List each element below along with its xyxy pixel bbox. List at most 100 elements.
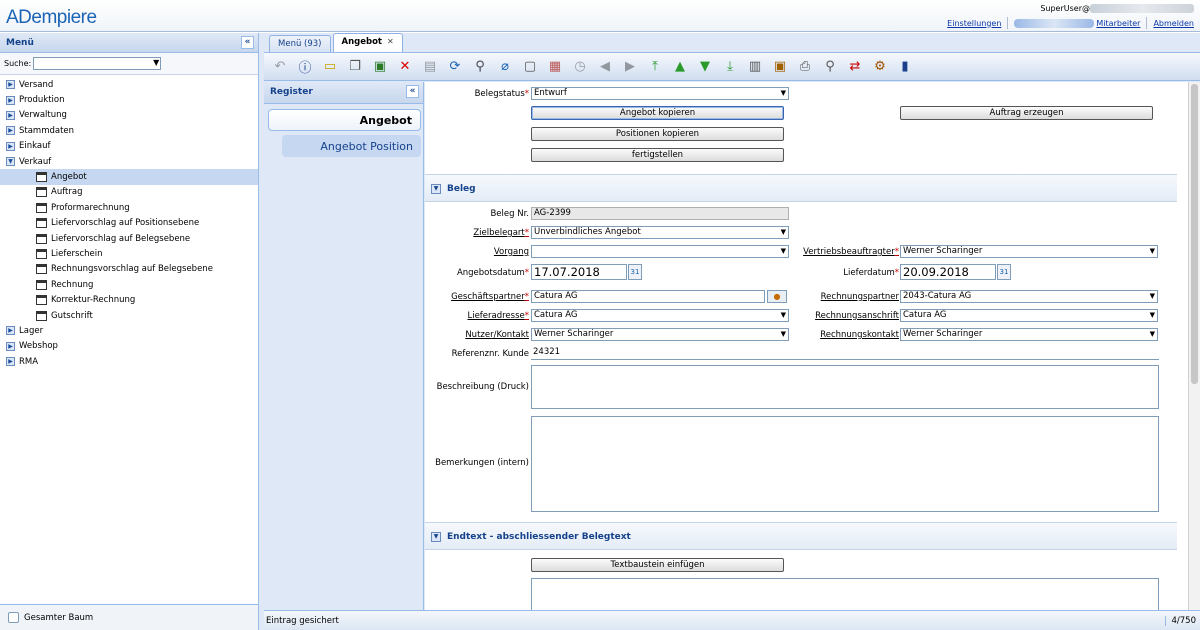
print-icon[interactable]: ⎙ <box>795 57 815 77</box>
detail-record-icon[interactable]: ▶ <box>620 57 640 77</box>
attachment-icon[interactable]: ⌀ <box>495 57 515 77</box>
divider <box>1146 17 1148 29</box>
close-icon[interactable]: ✕ <box>387 37 394 46</box>
tree-label: Verkauf <box>19 156 52 167</box>
partner-field[interactable]: Catura AG <box>531 290 765 303</box>
product-info-icon[interactable]: ▮ <box>895 57 915 77</box>
tree-folder-webshop[interactable]: ▶ Webshop <box>0 339 258 354</box>
complete-button[interactable]: fertigstellen <box>531 148 784 162</box>
shipaddr-select[interactable]: Catura AG ▼ <box>531 309 789 322</box>
delete-record-icon[interactable]: ▣ <box>370 57 390 77</box>
partner-lookup-icon[interactable]: ● <box>767 290 787 303</box>
invaddr-select[interactable]: Catura AG ▼ <box>900 309 1158 322</box>
collapse-section-icon[interactable]: ▼ <box>431 532 441 542</box>
description-textarea[interactable] <box>531 365 1159 409</box>
first-record-icon[interactable]: ⤒ <box>645 57 665 77</box>
ref-input[interactable]: 24321 <box>531 347 1159 360</box>
tree-folder-produktion[interactable]: ▶ Produktion <box>0 92 258 107</box>
register-tab-angebot-position[interactable]: Angebot Position <box>282 135 421 157</box>
process-icon[interactable]: ⚙ <box>870 57 890 77</box>
notes-textarea[interactable] <box>531 416 1159 512</box>
copy-lines-button[interactable]: Positionen kopieren <box>531 127 784 141</box>
tree-item-auftrag[interactable]: Auftrag <box>0 185 258 200</box>
create-order-button[interactable]: Auftrag erzeugen <box>900 106 1153 120</box>
zoom-across-icon[interactable]: ⚲ <box>820 57 840 77</box>
project-select[interactable]: ▼ <box>531 245 789 258</box>
help-icon[interactable]: ⓘ <box>295 57 315 77</box>
tree-item-lieferschein[interactable]: Lieferschein <box>0 246 258 261</box>
delete-icon[interactable]: ✕ <box>395 57 415 77</box>
tree-item-rechnung[interactable]: Rechnung <box>0 277 258 292</box>
tree-folder-einkauf[interactable]: ▶ Einkauf <box>0 139 258 154</box>
contact-select[interactable]: Werner Scharinger ▼ <box>531 328 789 341</box>
calendar-icon[interactable]: 31 <box>997 264 1011 280</box>
delivery-date-input[interactable]: 20.09.2018 <box>900 264 996 280</box>
grid-toggle-icon[interactable]: ▦ <box>545 57 565 77</box>
collapse-left-icon[interactable]: « <box>406 85 419 98</box>
work-area: Menü (93) Angebot ✕ ↶ ⓘ ▭ ❐ ▣ ✕ ▤ ⟳ ⚲ ⌀ ▢… <box>264 33 1200 630</box>
tab-menu[interactable]: Menü (93) <box>269 35 331 52</box>
chat-icon[interactable]: ▢ <box>520 57 540 77</box>
tree-item-liefervorschlag-beleg[interactable]: Liefervorschlag auf Belegsebene <box>0 231 258 246</box>
tree-folder-lager[interactable]: ▶ Lager <box>0 323 258 338</box>
search-input[interactable]: ▼ <box>33 57 162 70</box>
section-endtext[interactable]: ▼ Endtext - abschliessender Belegtext <box>425 522 1177 550</box>
docno-field[interactable]: AG-2399 <box>531 207 789 220</box>
last-record-icon[interactable]: ⤓ <box>720 57 740 77</box>
chevron-down-icon[interactable]: ▼ <box>153 58 159 67</box>
tree-item-korrektur-rechnung[interactable]: Korrektur-Rechnung <box>0 292 258 307</box>
register-tab-angebot[interactable]: Angebot <box>268 109 421 131</box>
undo-icon[interactable]: ↶ <box>270 57 290 77</box>
doctype-select[interactable]: Unverbindliches Angebot ▼ <box>531 226 789 239</box>
copy-record-icon[interactable]: ❐ <box>345 57 365 77</box>
archive-icon[interactable]: ▣ <box>770 57 790 77</box>
previous-record-icon[interactable]: ▲ <box>670 57 690 77</box>
tree-folder-versand[interactable]: ▶ Versand <box>0 77 258 92</box>
tab-angebot[interactable]: Angebot ✕ <box>332 33 403 52</box>
logout-link[interactable]: Abmelden <box>1153 19 1194 28</box>
employee-link[interactable]: Mitarbeiter <box>1096 19 1140 28</box>
tree-item-liefervorschlag-position[interactable]: Liefervorschlag auf Positionsebene <box>0 216 258 231</box>
folder-icon: ▶ <box>6 95 15 105</box>
tree-folder-verkauf[interactable]: ▼ Verkauf <box>0 154 258 169</box>
find-icon[interactable]: ⚲ <box>470 57 490 77</box>
new-record-icon[interactable]: ▭ <box>320 57 340 77</box>
tree-item-rechnungsvorschlag[interactable]: Rechnungsvorschlag auf Belegsebene <box>0 262 258 277</box>
status-select[interactable]: Entwurf ▼ <box>531 87 789 100</box>
docno-label: Beleg Nr. <box>490 209 529 219</box>
parent-record-icon[interactable]: ◀ <box>595 57 615 77</box>
employee-redacted <box>1014 18 1095 28</box>
invpartner-select[interactable]: 2043-Catura AG ▼ <box>900 290 1158 303</box>
tree-folder-stammdaten[interactable]: ▶ Stammdaten <box>0 123 258 138</box>
collapse-left-icon[interactable]: « <box>241 36 254 49</box>
calendar-icon[interactable]: 31 <box>628 264 642 280</box>
full-tree-checkbox[interactable] <box>8 612 19 623</box>
insert-text-button[interactable]: Textbaustein einfügen <box>531 558 784 572</box>
active-workflows-icon[interactable]: ⇄ <box>845 57 865 77</box>
section-beleg[interactable]: ▼ Beleg <box>425 174 1177 202</box>
copy-quote-button[interactable]: Angebot kopieren <box>531 106 784 120</box>
save-icon[interactable]: ▤ <box>420 57 440 77</box>
next-record-icon[interactable]: ▼ <box>695 57 715 77</box>
tree-item-proformarechnung[interactable]: Proformarechnung <box>0 200 258 215</box>
tree-item-angebot[interactable]: Angebot <box>0 169 258 185</box>
settings-link[interactable]: Einstellungen <box>947 19 1001 28</box>
menu-header: Menü « <box>0 33 258 53</box>
tree-label: Produktion <box>19 95 65 106</box>
scrollbar-thumb[interactable] <box>1191 84 1198 384</box>
tree-item-gutschrift[interactable]: Gutschrift <box>0 308 258 323</box>
invcontact-select[interactable]: Werner Scharinger ▼ <box>900 328 1158 341</box>
form-scrollbar[interactable] <box>1188 82 1200 610</box>
endtext-textarea[interactable] <box>531 578 1159 610</box>
chevron-down-icon: ▼ <box>1149 311 1155 319</box>
history-icon[interactable]: ◷ <box>570 57 590 77</box>
refresh-icon[interactable]: ⟳ <box>445 57 465 77</box>
collapse-section-icon[interactable]: ▼ <box>431 184 441 194</box>
date-input[interactable]: 17.07.2018 <box>531 264 627 280</box>
app-logo: ADempiere <box>6 7 97 28</box>
tree-folder-rma[interactable]: ▶ RMA <box>0 354 258 369</box>
tree-folder-verwaltung[interactable]: ▶ Verwaltung <box>0 108 258 123</box>
report-icon[interactable]: ▥ <box>745 57 765 77</box>
delivery-label: Lieferdatum* <box>843 268 899 278</box>
salesrep-select[interactable]: Werner Scharinger ▼ <box>900 245 1158 258</box>
